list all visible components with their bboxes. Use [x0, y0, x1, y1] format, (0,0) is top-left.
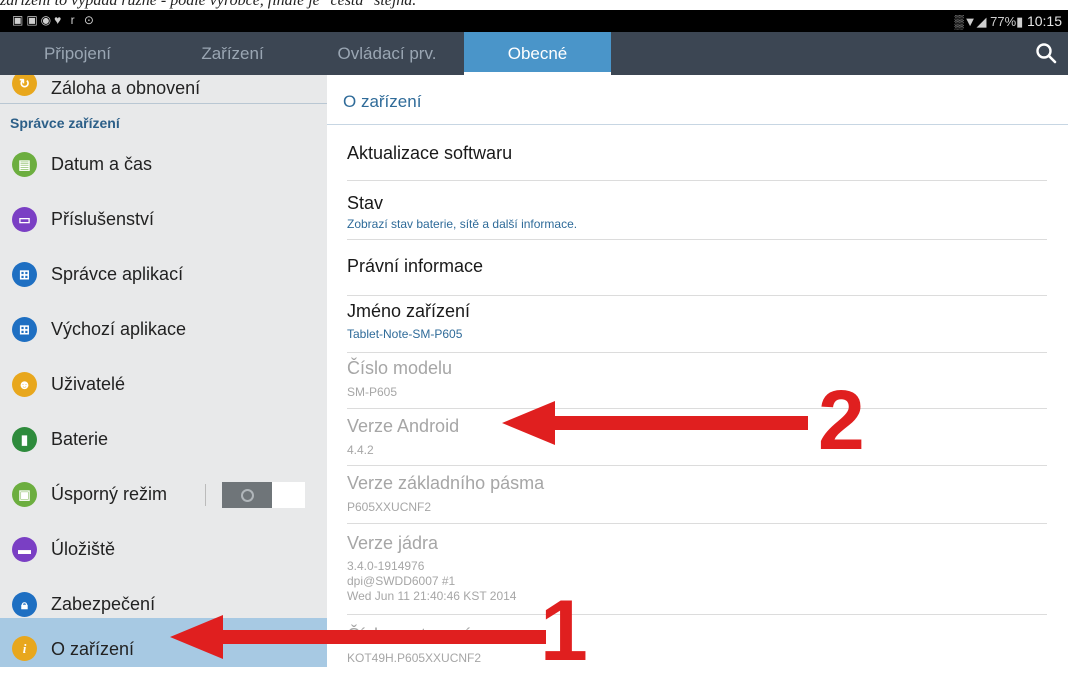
- row-subtitle-line-2: dpi@SWDD6007 #1: [347, 574, 456, 588]
- power-saving-icon: ▣: [12, 482, 37, 507]
- sidebar-item-label: Úložiště: [51, 539, 116, 559]
- row-legal-info[interactable]: Právní informace: [347, 240, 1047, 296]
- tab-obecne[interactable]: Obecné: [464, 32, 611, 75]
- row-subtitle: P605XXUCNF2: [347, 500, 432, 514]
- accessory-icon: ▭: [12, 207, 37, 232]
- sidebar-item-label: Správce aplikací: [51, 264, 184, 284]
- tab-pripojeni[interactable]: Připojení: [0, 32, 155, 75]
- sidebar-item-spravce-aplikaci[interactable]: ⊞ Správce aplikací: [0, 247, 327, 302]
- sidebar-item-prislusenstvi[interactable]: ▭ Příslušenství: [0, 192, 327, 247]
- sidebar-section-header: Správce zařízení: [0, 103, 327, 137]
- row-subtitle-line-3: Wed Jun 11 21:40:46 KST 2014: [347, 589, 517, 603]
- sidebar-item-label: Úsporný režim: [51, 484, 168, 504]
- lock-icon: 🔒︎: [12, 592, 37, 617]
- sidebar-item-label: Baterie: [51, 429, 109, 449]
- toggle-track: [272, 482, 305, 508]
- default-apps-icon: ⊞: [12, 317, 37, 342]
- row-status[interactable]: Stav Zobrazí stav baterie, sítě a další …: [347, 181, 1047, 240]
- status-icons: ▒▼◢ 77%▮ 10:15: [954, 13, 1062, 30]
- sidebar-item-uloziste[interactable]: ▬ Úložiště: [0, 522, 327, 577]
- row-subtitle: Zobrazí stav baterie, sítě a další infor…: [347, 217, 578, 231]
- sidebar-item-label: O zařízení: [51, 639, 135, 659]
- annotation-number-1: 1: [540, 583, 588, 679]
- row-title: Verze základního pásma: [347, 473, 545, 493]
- toggle-divider: [205, 484, 206, 506]
- sidebar-item-label: Příslušenství: [51, 209, 155, 229]
- row-title: Stav: [347, 193, 384, 213]
- sidebar-item-vychozi-aplikace[interactable]: ⊞ Výchozí aplikace: [0, 302, 327, 357]
- power-saving-toggle[interactable]: [205, 482, 305, 508]
- row-subtitle: 4.4.2: [347, 443, 374, 457]
- row-title: Právní informace: [347, 256, 484, 276]
- sidebar-item-label: Datum a čas: [51, 154, 153, 174]
- sidebar-item-label: Uživatelé: [51, 374, 126, 394]
- status-bar: ▣▣◉♥ r ⊙ ▒▼◢ 77%▮ 10:15: [0, 10, 1068, 32]
- sidebar-item-datum-a-cas[interactable]: ▤ Datum a čas: [0, 137, 327, 192]
- row-baseband-version: Verze základního pásma P605XXUCNF2: [347, 466, 1047, 524]
- row-software-update[interactable]: Aktualizace softwaru: [347, 125, 1047, 181]
- sidebar-item-uzivatele[interactable]: ☻ Uživatelé: [0, 357, 327, 412]
- row-device-name[interactable]: Jméno zařízení Tablet-Note-SM-P605: [347, 296, 1047, 353]
- info-icon: i: [12, 636, 37, 661]
- tab-zarizeni[interactable]: Zařízení: [155, 32, 310, 75]
- row-kernel-version: Verze jádra 3.4.0-1914976 dpi@SWDD6007 #…: [347, 524, 1047, 615]
- annotation-number-2: 2: [818, 373, 865, 467]
- settings-tab-bar: Připojení Zařízení Ovládací prv. Obecné: [0, 32, 1068, 75]
- annotation-arrow-1: [170, 615, 546, 659]
- sidebar-item-usporny-rezim[interactable]: ▣ Úsporný režim: [0, 467, 327, 522]
- system-status-icons: ▒▼◢ 77%▮: [954, 14, 1024, 29]
- sidebar-item-label: Výchozí aplikace: [51, 319, 187, 339]
- storage-icon: ▬: [12, 537, 37, 562]
- caption-text: zařízení to vypadá různě - podle výrobce…: [0, 0, 1068, 10]
- toggle-knob: [222, 482, 272, 508]
- annotation-arrow-2: [502, 401, 808, 445]
- backup-icon: ↻: [12, 75, 37, 96]
- row-title: Číslo modelu: [347, 358, 453, 378]
- page-title: O zařízení: [343, 92, 422, 111]
- row-subtitle: Tablet-Note-SM-P605: [347, 327, 463, 341]
- row-title: Aktualizace softwaru: [347, 143, 513, 163]
- row-title: Verze Android: [347, 416, 460, 436]
- users-icon: ☻: [12, 372, 37, 397]
- sidebar-item-backup[interactable]: ↻ Záloha a obnovení: [0, 75, 327, 98]
- about-device-panel: O zařízení Aktualizace softwaru Stav Zob…: [327, 75, 1068, 667]
- clock: 10:15: [1026, 13, 1062, 29]
- row-subtitle: SM-P605: [347, 385, 398, 399]
- toggle-off-icon: [241, 489, 254, 502]
- row-title: Jméno zařízení: [347, 301, 471, 321]
- settings-sidebar: ↻ Záloha a obnovení Správce zařízení ▤ D…: [0, 75, 327, 667]
- notification-icons: ▣▣◉♥ r ⊙: [12, 13, 97, 27]
- row-subtitle: 3.4.0-1914976: [347, 559, 425, 573]
- tab-ovladaci-prvky[interactable]: Ovládací prv.: [310, 32, 464, 75]
- apps-grid-icon: ⊞: [12, 262, 37, 287]
- calendar-icon: ▤: [12, 152, 37, 177]
- battery-icon: ▮: [12, 427, 37, 452]
- sidebar-item-baterie[interactable]: ▮ Baterie: [0, 412, 327, 467]
- row-title: Verze jádra: [347, 533, 439, 553]
- search-icon[interactable]: [1034, 41, 1058, 65]
